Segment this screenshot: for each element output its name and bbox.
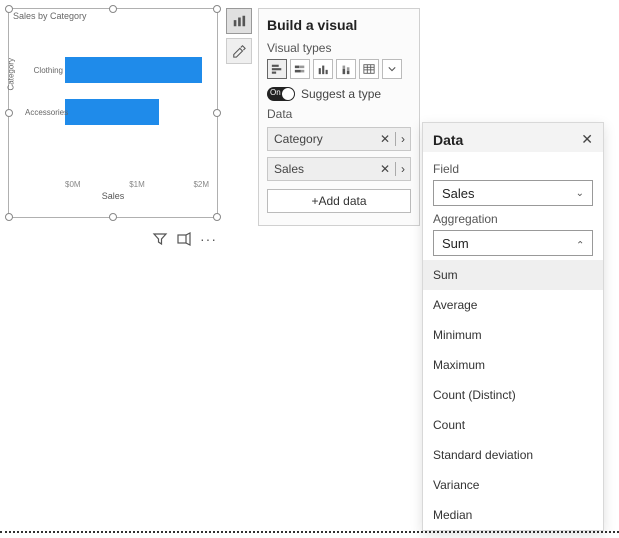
field-pill-label: Sales	[274, 162, 304, 176]
chart-bars: Clothing Accessories	[65, 53, 217, 178]
data-flyout-panel: Data ✕ Field Sales ⌄ Aggregation Sum ⌄ S…	[422, 122, 604, 531]
bar-row: Clothing	[65, 53, 217, 87]
suggest-type-toggle[interactable]: On	[267, 87, 295, 101]
more-options-icon[interactable]: ···	[200, 231, 217, 247]
visual-tool-toggle	[226, 8, 252, 64]
field-label: Field	[433, 162, 593, 176]
data-flyout-title: Data	[433, 132, 463, 148]
build-visual-panel: Build a visual Visual types On Suggest a…	[258, 8, 420, 226]
bar-accessories	[65, 99, 159, 125]
bar-label: Clothing	[25, 66, 63, 75]
pill-separator	[395, 132, 396, 146]
visual-type-row	[267, 59, 411, 79]
focus-mode-icon[interactable]	[176, 231, 192, 247]
aggregation-option-list: Sum Average Minimum Maximum Count (Disti…	[423, 260, 603, 530]
resize-handle-sw[interactable]	[5, 213, 13, 221]
resize-handle-s[interactable]	[109, 213, 117, 221]
field-menu-icon[interactable]: ›	[398, 132, 408, 146]
visual-type-expand-icon[interactable]	[382, 59, 402, 79]
resize-handle-e[interactable]	[213, 109, 221, 117]
x-axis-ticks: $0M $1M $2M	[65, 178, 209, 189]
field-pill-category[interactable]: Category ✕ ›	[267, 127, 411, 151]
remove-field-icon[interactable]: ✕	[377, 162, 393, 176]
bar-row: Accessories	[65, 95, 217, 129]
pill-separator	[395, 162, 396, 176]
aggregation-option[interactable]: Sum	[423, 260, 603, 290]
aggregation-dropdown-value: Sum	[442, 236, 469, 251]
visual-type-stacked-column-icon[interactable]	[336, 59, 356, 79]
x-tick: $1M	[129, 180, 145, 189]
chevron-down-icon: ⌄	[576, 188, 584, 199]
field-menu-icon[interactable]: ›	[398, 162, 408, 176]
aggregation-dropdown[interactable]: Sum ⌄	[433, 230, 593, 256]
visual-type-column-icon[interactable]	[313, 59, 333, 79]
resize-handle-w[interactable]	[5, 109, 13, 117]
remove-field-icon[interactable]: ✕	[377, 132, 393, 146]
data-flyout-header: Data ✕	[423, 123, 603, 152]
visual-types-label: Visual types	[267, 41, 411, 55]
format-visual-tab[interactable]	[226, 38, 252, 64]
resize-handle-n[interactable]	[109, 5, 117, 13]
field-pill-sales[interactable]: Sales ✕ ›	[267, 157, 411, 181]
build-visual-tab[interactable]	[226, 8, 252, 34]
aggregation-option[interactable]: Median	[423, 500, 603, 530]
close-icon[interactable]: ✕	[581, 131, 593, 148]
aggregation-option[interactable]: Maximum	[423, 350, 603, 380]
filter-icon[interactable]	[152, 231, 168, 247]
x-axis-label: Sales	[9, 191, 217, 201]
chevron-up-icon: ⌄	[576, 238, 584, 249]
bar-label: Accessories	[25, 108, 63, 117]
field-dropdown-value: Sales	[442, 186, 475, 201]
chart-body: Category Clothing Accessories	[9, 23, 217, 178]
aggregation-option[interactable]: Average	[423, 290, 603, 320]
visual-action-bar: ···	[152, 231, 217, 247]
toggle-on-label: On	[270, 88, 281, 97]
resize-handle-nw[interactable]	[5, 5, 13, 13]
field-pill-label: Category	[274, 132, 323, 146]
data-section-label: Data	[267, 107, 411, 121]
page-boundary-line	[0, 531, 619, 533]
aggregation-option[interactable]: Count	[423, 410, 603, 440]
aggregation-option[interactable]: Standard deviation	[423, 440, 603, 470]
panel-title: Build a visual	[267, 17, 411, 33]
resize-handle-se[interactable]	[213, 213, 221, 221]
aggregation-option[interactable]: Count (Distinct)	[423, 380, 603, 410]
visual-type-stacked-bar-icon[interactable]	[290, 59, 310, 79]
field-dropdown[interactable]: Sales ⌄	[433, 180, 593, 206]
aggregation-option[interactable]: Variance	[423, 470, 603, 500]
resize-handle-ne[interactable]	[213, 5, 221, 13]
bar-clothing	[65, 57, 202, 83]
chart-visual[interactable]: Sales by Category Category Clothing Acce…	[8, 8, 218, 218]
visual-type-table-icon[interactable]	[359, 59, 379, 79]
aggregation-label: Aggregation	[433, 212, 593, 226]
x-tick: $2M	[193, 180, 209, 189]
toggle-knob	[282, 88, 294, 100]
y-axis-label: Category	[7, 58, 16, 90]
suggest-type-label: Suggest a type	[301, 87, 381, 101]
visual-type-clustered-bar-icon[interactable]	[267, 59, 287, 79]
suggest-type-row: On Suggest a type	[267, 87, 411, 101]
x-tick: $0M	[65, 180, 81, 189]
add-data-button[interactable]: +Add data	[267, 189, 411, 213]
aggregation-option[interactable]: Minimum	[423, 320, 603, 350]
